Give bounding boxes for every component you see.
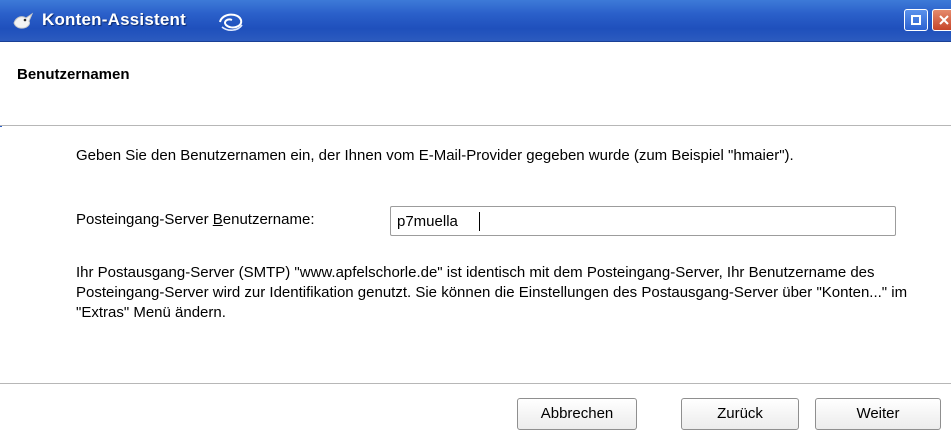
thunderbird-icon[interactable] [12, 11, 34, 31]
username-label-prefix: Posteingang-Server [76, 211, 213, 228]
restore-icon [911, 15, 921, 25]
title-bar[interactable]: Konten-Assistent [0, 0, 951, 42]
wizard-content: Geben Sie den Benutzernamen ein, der Ihn… [0, 127, 951, 383]
intro-text: Geben Sie den Benutzernamen ein, der Ihn… [76, 147, 794, 164]
button-bar: Abbrechen Zurück Weiter [0, 383, 951, 448]
close-icon [939, 15, 949, 25]
window-title: Konten-Assistent [42, 10, 186, 29]
swirl-icon [216, 8, 246, 34]
username-label-suffix: enutzername: [222, 211, 315, 228]
back-button[interactable]: Zurück [681, 398, 799, 430]
cancel-button[interactable]: Abbrechen [517, 398, 637, 430]
username-label: Posteingang-Server Benutzername: [76, 211, 315, 228]
wizard-header: Benutzernamen [0, 42, 951, 126]
smtp-info-text: Ihr Postausgang-Server (SMTP) "www.apfel… [76, 264, 908, 321]
username-label-mnemonic: B [212, 211, 223, 228]
close-button[interactable] [932, 9, 951, 31]
page-title: Benutzernamen [17, 66, 130, 83]
restore-button[interactable] [904, 9, 928, 31]
text-caret [479, 212, 480, 231]
next-button[interactable]: Weiter [815, 398, 941, 430]
username-input[interactable] [390, 206, 896, 236]
